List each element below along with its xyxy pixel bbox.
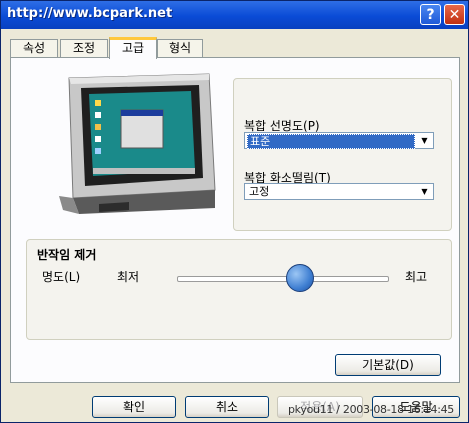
flicker-filter-group: 반작임 제거 명도(L) 최저 최고 xyxy=(26,239,452,340)
chevron-down-icon[interactable]: ▼ xyxy=(416,184,433,199)
flicker-filter-title: 반작임 제거 xyxy=(37,248,97,262)
title-bar[interactable]: http://www.bcpark.net ? ✕ xyxy=(1,1,468,29)
tab-format[interactable]: 형식 xyxy=(157,39,203,58)
close-icon[interactable]: ✕ xyxy=(444,4,465,25)
cancel-button[interactable]: 취소 xyxy=(185,396,269,418)
flicker-value: 고정 xyxy=(249,185,270,198)
composite-settings-group: 복합 선명도(P) 표준 ▼ 복합 화소떨림(T) 고정 ▼ xyxy=(233,78,452,231)
sharpness-value: 표준 xyxy=(247,134,415,149)
tab-properties[interactable]: 속성 xyxy=(10,39,58,58)
brightness-label: 명도(L) xyxy=(42,270,81,284)
tab-adjust[interactable]: 조정 xyxy=(60,39,108,58)
flicker-select[interactable]: 고정 ▼ xyxy=(244,183,434,200)
tab-panel-advanced: 복합 선명도(P) 표준 ▼ 복합 화소떨림(T) 고정 ▼ 반작임 제거 명도… xyxy=(10,57,460,383)
tab-advanced[interactable]: 고급 xyxy=(109,37,157,59)
sharpness-select[interactable]: 표준 ▼ xyxy=(244,132,434,149)
chevron-down-icon[interactable]: ▼ xyxy=(416,133,433,148)
watermark-stamp: pkyou11 / 2003-08-18 16:14:45 xyxy=(288,403,454,416)
slider-max-label: 최고 xyxy=(405,270,428,284)
tv-monitor-icon xyxy=(59,73,216,214)
defaults-button[interactable]: 기본값(D) xyxy=(335,354,441,376)
help-icon[interactable]: ? xyxy=(420,4,441,25)
brightness-slider-track[interactable] xyxy=(177,276,389,282)
window-title: http://www.bcpark.net xyxy=(7,6,173,21)
brightness-slider-thumb[interactable] xyxy=(286,264,314,292)
slider-min-label: 최저 xyxy=(117,270,140,284)
ok-button[interactable]: 확인 xyxy=(92,396,176,418)
dialog-window: http://www.bcpark.net ? ✕ 속성 조정 고급 형식 복합… xyxy=(0,0,469,423)
